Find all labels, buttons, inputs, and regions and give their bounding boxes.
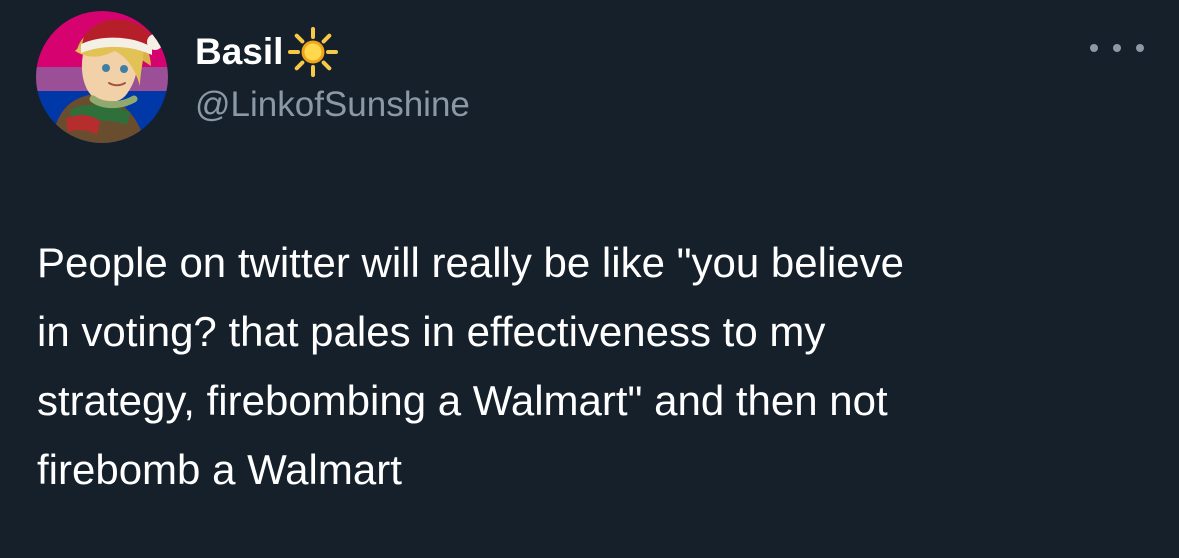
author-name-row: Basil: [195, 24, 339, 80]
tweet-text-line: in voting? that pales in effectiveness t…: [37, 308, 826, 355]
tweet-text-line: firebomb a Walmart: [37, 446, 402, 493]
tweet-text-line: strategy, firebombing a Walmart" and the…: [37, 377, 888, 424]
tweet-text-line: People on twitter will really be like "y…: [37, 239, 905, 286]
tweet-text: People on twitter will really be like "y…: [37, 228, 1137, 504]
more-dot-icon: [1090, 44, 1098, 52]
display-name[interactable]: Basil: [195, 24, 283, 80]
more-options-icon[interactable]: [1090, 33, 1144, 63]
tweet-card: Basil @LinkofSunshine People on twitter …: [0, 0, 1179, 558]
author-handle[interactable]: @LinkofSunshine: [195, 78, 470, 132]
more-dot-icon: [1113, 44, 1121, 52]
sun-icon: [287, 26, 339, 78]
more-dot-icon: [1136, 44, 1144, 52]
avatar-image: [36, 11, 168, 143]
avatar[interactable]: [36, 11, 168, 143]
